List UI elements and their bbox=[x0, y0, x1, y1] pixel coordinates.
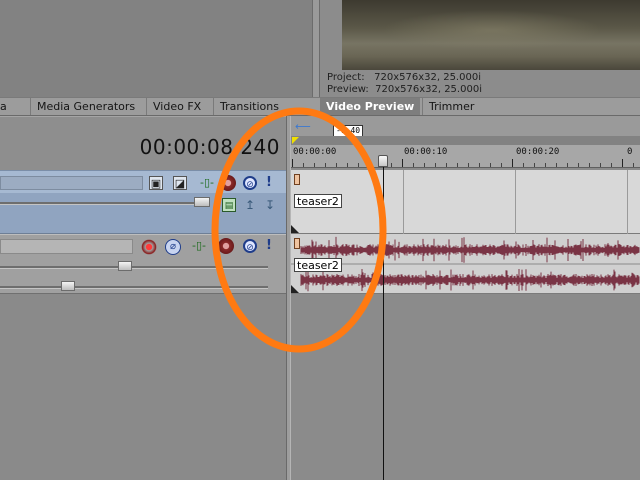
ruler-minor-tick bbox=[611, 163, 612, 167]
ruler-major-tick bbox=[402, 159, 403, 167]
explorer-panel bbox=[0, 0, 312, 97]
ruler-minor-tick bbox=[435, 163, 436, 167]
pan-slider-thumb[interactable] bbox=[61, 281, 75, 291]
ruler-minor-tick bbox=[534, 163, 535, 167]
ruler-major-tick bbox=[622, 159, 623, 167]
ruler-minor-tick bbox=[556, 163, 557, 167]
ruler-minor-tick bbox=[578, 163, 579, 167]
ruler-minor-tick bbox=[424, 163, 425, 167]
ruler-minor-tick bbox=[413, 163, 414, 167]
grid-line bbox=[403, 170, 404, 234]
ruler-minor-tick bbox=[545, 163, 546, 167]
ruler-minor-tick bbox=[457, 163, 458, 167]
ruler-minor-tick bbox=[391, 163, 392, 167]
tab-media-generators[interactable]: Media Generators bbox=[30, 98, 141, 115]
tab-trimmer[interactable]: Trimmer bbox=[422, 98, 480, 115]
compositing-child-icon[interactable]: ◪ bbox=[173, 176, 187, 190]
ruler-label: 00:00:20 bbox=[516, 147, 560, 157]
grid-line bbox=[515, 170, 516, 234]
tab-explorer[interactable]: a bbox=[0, 98, 13, 115]
tab-video-fx[interactable]: Video FX bbox=[146, 98, 207, 115]
video-preview-frame bbox=[342, 0, 640, 70]
ruler-minor-tick bbox=[633, 163, 634, 167]
ruler-minor-tick bbox=[479, 163, 480, 167]
ruler-minor-tick bbox=[589, 163, 590, 167]
ruler-minor-tick bbox=[523, 163, 524, 167]
ruler-minor-tick bbox=[567, 163, 568, 167]
arm-record-icon[interactable] bbox=[141, 239, 157, 255]
composite-mode-icon[interactable]: ▣ bbox=[149, 176, 163, 190]
video-level-slider[interactable] bbox=[0, 202, 208, 205]
ruler-minor-tick bbox=[446, 163, 447, 167]
preview-info: Preview: 720x576x32, 25.000i bbox=[327, 84, 482, 95]
invert-phase-icon[interactable]: ⌀ bbox=[165, 239, 181, 255]
ruler-major-tick bbox=[512, 159, 513, 167]
grid-line bbox=[627, 170, 628, 234]
volume-slider-thumb[interactable] bbox=[118, 261, 132, 271]
annotation-circle bbox=[211, 107, 387, 353]
ruler-label: 0 bbox=[627, 147, 633, 157]
ruler-minor-tick bbox=[501, 163, 502, 167]
audio-motion-icon[interactable]: -▯- bbox=[190, 239, 208, 253]
video-preview-panel: Project: 720x576x32, 25.000i Preview: 72… bbox=[320, 0, 640, 97]
video-track-name[interactable] bbox=[0, 176, 143, 190]
audio-track-name[interactable] bbox=[0, 239, 133, 254]
panel-divider[interactable] bbox=[312, 0, 320, 97]
ruler-minor-tick bbox=[490, 163, 491, 167]
ruler-minor-tick bbox=[468, 163, 469, 167]
project-info: Project: 720x576x32, 25.000i bbox=[327, 72, 481, 83]
ruler-label: 00:00:10 bbox=[404, 147, 448, 157]
ruler-minor-tick bbox=[600, 163, 601, 167]
